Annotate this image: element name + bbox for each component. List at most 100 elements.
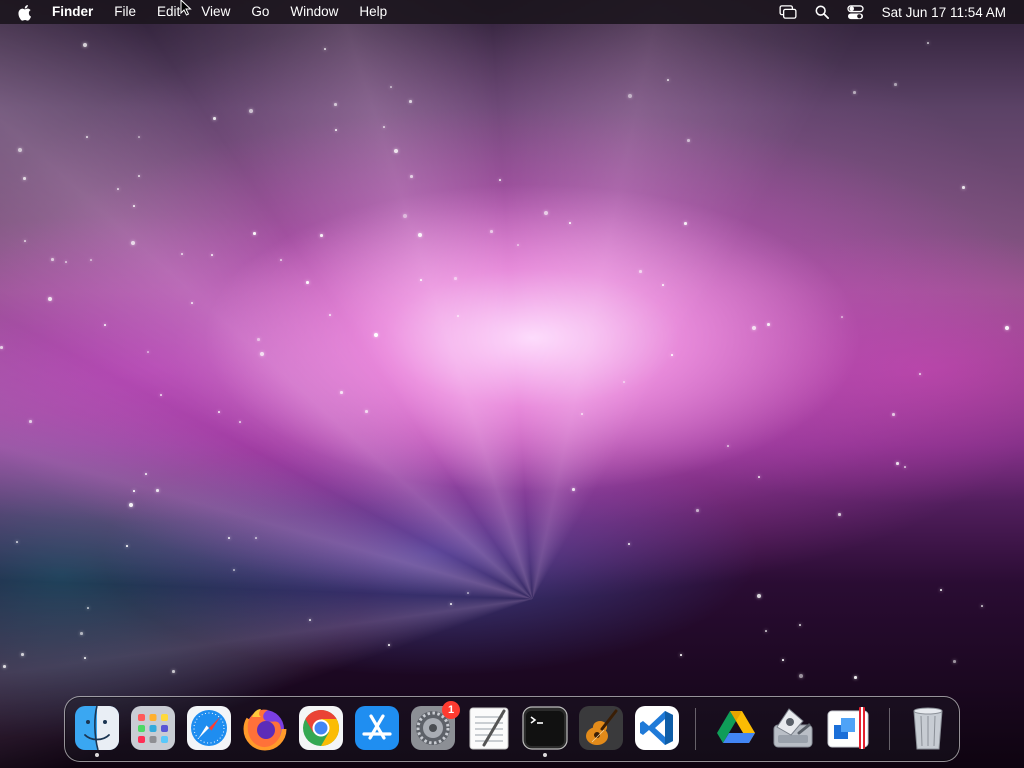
wallpaper-star bbox=[48, 297, 52, 301]
garageband-icon bbox=[579, 706, 623, 750]
wallpaper-star bbox=[334, 103, 337, 106]
wallpaper-star bbox=[0, 346, 3, 349]
wallpaper-star bbox=[758, 476, 760, 478]
screen-mirroring-icon[interactable] bbox=[778, 0, 798, 24]
wallpaper-star bbox=[765, 630, 767, 632]
dock-item-firefox[interactable] bbox=[242, 705, 288, 751]
dock-item-system-preferences[interactable]: 1 bbox=[410, 701, 460, 751]
wallpaper-star bbox=[940, 589, 942, 591]
wallpaper-star bbox=[418, 233, 422, 237]
dock-item-parallels[interactable] bbox=[825, 705, 871, 751]
wallpaper-star bbox=[628, 94, 632, 98]
dock-item-textedit[interactable] bbox=[466, 705, 512, 751]
wallpaper-star bbox=[239, 421, 241, 423]
menu-go[interactable]: Go bbox=[241, 0, 280, 24]
dock-item-disk-utility[interactable] bbox=[769, 705, 815, 751]
dock-separator bbox=[889, 708, 890, 750]
finder-icon bbox=[75, 705, 119, 751]
dock-item-app-store[interactable] bbox=[354, 705, 400, 751]
wallpaper-star bbox=[218, 411, 220, 413]
wallpaper-star bbox=[253, 232, 256, 235]
dock-item-trash[interactable] bbox=[905, 705, 951, 751]
wallpaper-star bbox=[117, 188, 119, 190]
wallpaper-star bbox=[799, 624, 801, 626]
menu-window[interactable]: Window bbox=[280, 0, 349, 24]
wallpaper-star bbox=[181, 253, 183, 255]
wallpaper-star bbox=[927, 42, 929, 44]
wallpaper-star bbox=[257, 338, 260, 341]
dock-item-vscode[interactable] bbox=[634, 705, 680, 751]
menu-help[interactable]: Help bbox=[349, 0, 398, 24]
wallpaper-star bbox=[249, 109, 253, 113]
wallpaper-star bbox=[467, 592, 469, 594]
wallpaper-star bbox=[687, 139, 690, 142]
menu-view[interactable]: View bbox=[191, 0, 241, 24]
notification-badge: 1 bbox=[442, 701, 460, 719]
wallpaper-star bbox=[409, 100, 412, 103]
wallpaper-star bbox=[255, 537, 257, 539]
menu-file[interactable]: File bbox=[104, 0, 147, 24]
wallpaper-star bbox=[671, 354, 673, 356]
wallpaper-star bbox=[160, 394, 162, 396]
wallpaper-star bbox=[29, 420, 32, 423]
control-center-icon[interactable] bbox=[846, 0, 866, 24]
terminal-icon bbox=[522, 706, 568, 750]
wallpaper-star bbox=[662, 284, 664, 286]
wallpaper-star bbox=[388, 644, 390, 646]
running-indicator bbox=[543, 753, 547, 757]
dock-item-safari[interactable] bbox=[186, 705, 232, 751]
dock-item-terminal[interactable] bbox=[522, 705, 568, 757]
dock-separator bbox=[695, 708, 696, 750]
wallpaper-star bbox=[228, 537, 230, 539]
wallpaper-star bbox=[211, 254, 213, 256]
wallpaper-star bbox=[329, 314, 331, 316]
wallpaper-star bbox=[696, 509, 699, 512]
chrome-icon bbox=[299, 706, 343, 750]
google-drive-icon bbox=[717, 711, 755, 743]
wallpaper-star bbox=[854, 676, 857, 679]
wallpaper-star bbox=[126, 545, 128, 547]
wallpaper-star bbox=[365, 410, 368, 413]
spotlight-search-icon[interactable] bbox=[812, 0, 832, 24]
wallpaper-star bbox=[450, 603, 452, 605]
firefox-icon bbox=[243, 707, 287, 751]
desktop-wallpaper[interactable] bbox=[0, 0, 1024, 768]
wallpaper-star bbox=[335, 129, 337, 131]
wallpaper-star bbox=[213, 117, 216, 120]
wallpaper-star bbox=[490, 230, 493, 233]
wallpaper-star bbox=[260, 352, 264, 356]
wallpaper-star bbox=[18, 148, 22, 152]
wallpaper-star bbox=[90, 259, 92, 261]
vscode-icon bbox=[635, 706, 679, 750]
dock-item-google-drive[interactable] bbox=[713, 705, 759, 751]
wallpaper-star bbox=[581, 413, 583, 415]
wallpaper-star bbox=[86, 136, 88, 138]
wallpaper-star bbox=[394, 149, 398, 153]
disk-utility-icon bbox=[773, 708, 813, 748]
wallpaper-star bbox=[499, 179, 501, 181]
wallpaper-star bbox=[894, 83, 897, 86]
wallpaper-star bbox=[87, 607, 89, 609]
apple-menu-icon[interactable] bbox=[18, 0, 34, 24]
wallpaper-star bbox=[684, 222, 687, 225]
dock-item-garageband[interactable] bbox=[578, 705, 624, 751]
dock: 1 bbox=[64, 696, 960, 762]
dock-item-launchpad[interactable] bbox=[130, 705, 176, 751]
wallpaper-rays bbox=[0, 0, 1024, 768]
wallpaper-star bbox=[172, 670, 175, 673]
wallpaper-star bbox=[454, 277, 457, 280]
dock-item-finder[interactable] bbox=[74, 705, 120, 757]
wallpaper-star bbox=[517, 244, 519, 246]
wallpaper-star bbox=[21, 653, 24, 656]
dock-item-chrome[interactable] bbox=[298, 705, 344, 751]
menu-bar-right: Sat Jun 17 11:54 AM bbox=[764, 0, 1024, 24]
wallpaper-star bbox=[138, 175, 140, 177]
wallpaper-star bbox=[799, 674, 803, 678]
wallpaper-star bbox=[309, 619, 311, 621]
menu-app-name[interactable]: Finder bbox=[52, 0, 104, 24]
wallpaper-star bbox=[838, 513, 841, 516]
wallpaper-star bbox=[84, 657, 86, 659]
wallpaper-star bbox=[306, 281, 309, 284]
wallpaper-star bbox=[83, 43, 87, 47]
menu-clock[interactable]: Sat Jun 17 11:54 AM bbox=[882, 5, 1006, 20]
